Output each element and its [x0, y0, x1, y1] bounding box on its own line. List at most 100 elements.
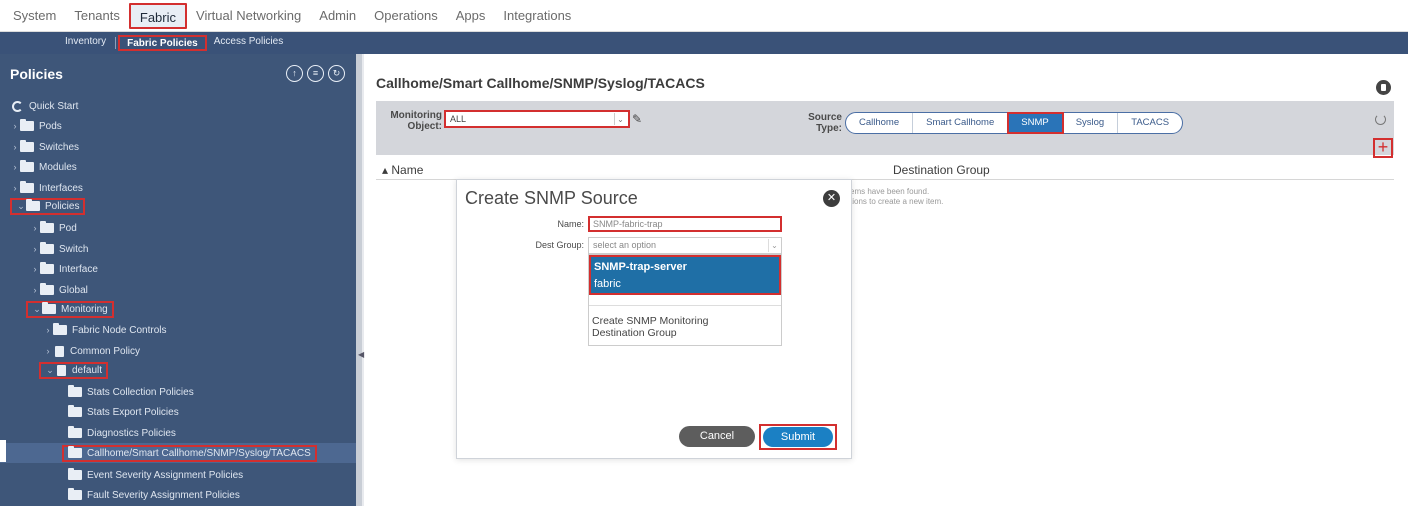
- tab-fabric[interactable]: Fabric: [128, 2, 188, 29]
- sort-asc-icon: ▴: [382, 163, 392, 177]
- folder-icon: [68, 385, 82, 397]
- sidebar-toolbar: ↑ ≡ ↻: [286, 65, 345, 82]
- chevron-down-icon: ⌄: [768, 239, 780, 252]
- policy-toggle-icon[interactable]: ↑: [286, 65, 303, 82]
- collapse-sidebar-icon[interactable]: ◀: [358, 350, 364, 359]
- top-navigation: System Tenants Fabric Virtual Networking…: [0, 0, 1408, 32]
- sidebar-item-fault-severity[interactable]: Fault Severity Assignment Policies: [0, 485, 356, 505]
- tab-apps[interactable]: Apps: [447, 3, 495, 29]
- cancel-button[interactable]: Cancel: [679, 426, 755, 447]
- column-header-destination-group[interactable]: Destination Group: [893, 163, 990, 177]
- sidebar-item-modules[interactable]: › Modules: [0, 157, 356, 177]
- sidebar-title: Policies: [10, 66, 63, 82]
- source-type-snmp[interactable]: SNMP: [1007, 112, 1064, 134]
- default-highlight: ⌄ default: [39, 361, 109, 379]
- sidebar-item-label: Modules: [39, 161, 77, 173]
- folder-icon: [68, 446, 82, 458]
- chevron-right-icon: ›: [46, 325, 50, 335]
- folder-icon: [68, 426, 82, 438]
- create-snmp-source-dialog: Create SNMP Source ✕ Name: SNMP-fabric-t…: [456, 179, 852, 459]
- option-create-destination-group[interactable]: Create SNMP Monitoring Destination Group: [592, 315, 762, 339]
- sidebar-item-global[interactable]: › Global: [0, 280, 356, 300]
- sidebar-item-common-policy[interactable]: › Common Policy: [0, 341, 356, 361]
- sidebar-item-switches[interactable]: › Switches: [0, 137, 356, 157]
- sidebar-item-quick-start[interactable]: Quick Start: [0, 96, 356, 116]
- name-field[interactable]: SNMP-fabric-trap: [588, 216, 782, 232]
- sidebar-item-label: Stats Collection Policies: [87, 386, 194, 398]
- sidebar-item-label: Diagnostics Policies: [87, 427, 176, 439]
- subtab-inventory[interactable]: Inventory: [58, 35, 113, 51]
- tab-virtual-networking[interactable]: Virtual Networking: [187, 3, 310, 29]
- sidebar-item-event-severity[interactable]: Event Severity Assignment Policies: [0, 465, 356, 485]
- sidebar-item-monitoring[interactable]: ⌄ Monitoring: [0, 299, 356, 319]
- folder-icon: [20, 160, 34, 172]
- dialog-title: Create SNMP Source: [465, 188, 638, 208]
- list-view-icon[interactable]: ≡: [307, 65, 324, 82]
- sidebar-item-pods[interactable]: › Pods: [0, 116, 356, 136]
- empty-state-line: tions to create a new item.: [850, 197, 944, 206]
- chevron-right-icon: ›: [46, 346, 50, 356]
- sidebar-item-policies[interactable]: ⌄ Policies: [0, 196, 356, 216]
- folder-icon: [20, 119, 34, 131]
- refresh-icon[interactable]: [1375, 114, 1386, 125]
- refresh-icon[interactable]: ↻: [328, 65, 345, 82]
- tab-system[interactable]: System: [4, 3, 65, 29]
- sidebar-item-label: Global: [59, 284, 88, 296]
- submit-button[interactable]: Submit: [763, 427, 833, 447]
- chevron-right-icon: ›: [13, 142, 17, 152]
- sidebar-item-default[interactable]: ⌄ default: [0, 360, 356, 380]
- sidebar-item-pod[interactable]: › Pod: [0, 218, 356, 238]
- sub-navigation: Inventory Fabric Policies Access Policie…: [0, 32, 1408, 54]
- folder-icon: [20, 181, 34, 193]
- sidebar-item-interfaces[interactable]: › Interfaces: [0, 178, 356, 198]
- sidebar-item-callhome[interactable]: Callhome/Smart Callhome/SNMP/Syslog/TACA…: [0, 443, 356, 463]
- subtab-access-policies[interactable]: Access Policies: [207, 35, 290, 51]
- folder-icon: [40, 242, 54, 254]
- add-button[interactable]: +: [1373, 138, 1393, 158]
- chevron-down-icon: ⌄: [33, 303, 41, 314]
- policies-highlight: ⌄ Policies: [10, 197, 86, 215]
- sidebar-item-label: Fault Severity Assignment Policies: [87, 489, 240, 501]
- column-header-name[interactable]: ▴ Name: [382, 163, 423, 177]
- source-type-callhome[interactable]: Callhome: [846, 113, 914, 133]
- edit-pencil-icon[interactable]: ✎: [632, 112, 642, 126]
- column-label: Name: [391, 163, 424, 177]
- sidebar-item-stats-collection[interactable]: Stats Collection Policies: [0, 382, 356, 402]
- chevron-right-icon: ›: [33, 244, 37, 254]
- sidebar-item-fabric-node-controls[interactable]: › Fabric Node Controls: [0, 320, 356, 340]
- sidebar-item-label: Interface: [59, 263, 98, 275]
- source-type-smart-callhome[interactable]: Smart Callhome: [913, 113, 1009, 133]
- subtab-fabric-policies[interactable]: Fabric Policies: [118, 35, 207, 51]
- chevron-right-icon: ›: [13, 121, 17, 131]
- tab-operations[interactable]: Operations: [365, 3, 447, 29]
- sidebar-item-label: Interfaces: [39, 182, 83, 194]
- folder-icon: [40, 262, 54, 274]
- source-type-tacacs[interactable]: TACACS: [1118, 113, 1182, 133]
- tab-tenants[interactable]: Tenants: [65, 3, 129, 29]
- folder-icon: [40, 283, 54, 295]
- folder-icon: [68, 488, 82, 500]
- tab-integrations[interactable]: Integrations: [494, 3, 580, 29]
- sidebar-item-stats-export[interactable]: Stats Export Policies: [0, 402, 356, 422]
- source-type-selector: Callhome Smart Callhome SNMP Syslog TACA…: [845, 112, 1184, 134]
- tab-admin[interactable]: Admin: [310, 3, 365, 29]
- table-header: ▴ Name Destination Group: [376, 160, 1394, 180]
- sidebar-item-switch[interactable]: › Switch: [0, 239, 356, 259]
- sidebar-item-label: Switches: [39, 141, 80, 153]
- option-fabric[interactable]: fabric: [594, 278, 621, 290]
- monitoring-object-select[interactable]: ALL ⌄: [444, 110, 630, 128]
- sidebar-item-diagnostics[interactable]: Diagnostics Policies: [0, 423, 356, 443]
- folder-icon: [53, 323, 67, 335]
- sidebar-item-interface[interactable]: › Interface: [0, 259, 356, 279]
- help-icon[interactable]: [1376, 80, 1391, 95]
- chevron-right-icon: ›: [33, 285, 37, 295]
- sidebar-item-label: Pods: [39, 120, 62, 132]
- source-type-syslog[interactable]: Syslog: [1063, 113, 1119, 133]
- dest-group-select[interactable]: select an option ⌄: [588, 237, 782, 254]
- quick-start-icon: [12, 100, 23, 112]
- policy-document-icon: [55, 345, 64, 357]
- close-icon[interactable]: ✕: [823, 190, 840, 207]
- option-snmp-trap-server[interactable]: SNMP-trap-server: [594, 261, 687, 273]
- sidebar-item-label: Event Severity Assignment Policies: [87, 469, 244, 481]
- policies-sidebar: Policies ↑ ≡ ↻ Quick Start › Pods › Swit…: [0, 54, 356, 506]
